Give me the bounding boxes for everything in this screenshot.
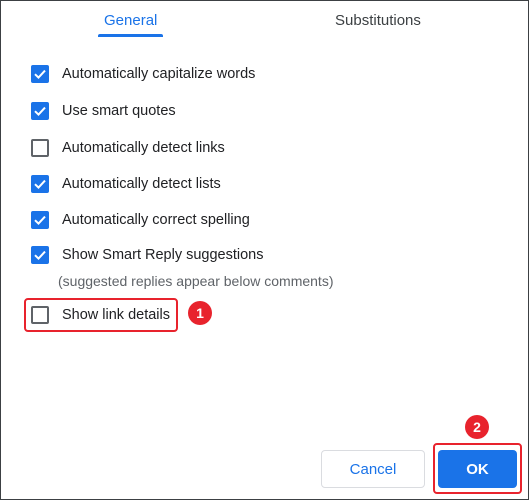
option-link-details[interactable]: Show link details (31, 305, 170, 325)
cancel-button[interactable]: Cancel (321, 450, 425, 488)
option-smart-quotes[interactable]: Use smart quotes (31, 101, 176, 121)
option-label: Automatically detect lists (62, 176, 221, 192)
tab-substitutions[interactable]: Substitutions (335, 12, 421, 29)
option-smart-reply[interactable]: Show Smart Reply suggestions (31, 245, 264, 265)
option-label: Show link details (62, 307, 170, 323)
tab-general[interactable]: General (104, 12, 157, 29)
checkbox-checked-icon[interactable] (31, 175, 49, 193)
option-detect-links[interactable]: Automatically detect links (31, 138, 225, 158)
smart-reply-note: (suggested replies appear below comments… (58, 273, 334, 289)
option-label: Automatically correct spelling (62, 212, 250, 228)
step-badge-2: 2 (465, 415, 489, 439)
checkbox-unchecked-icon[interactable] (31, 306, 49, 324)
option-label: Automatically detect links (62, 140, 225, 156)
preferences-dialog: General Substitutions Automatically capi… (0, 0, 529, 500)
option-capitalize-words[interactable]: Automatically capitalize words (31, 64, 255, 84)
active-tab-indicator (98, 34, 163, 37)
option-label: Automatically capitalize words (62, 66, 256, 82)
ok-button[interactable]: OK (438, 450, 517, 488)
option-label: Show Smart Reply suggestions (62, 247, 264, 263)
option-detect-lists[interactable]: Automatically detect lists (31, 174, 221, 194)
checkbox-unchecked-icon[interactable] (31, 139, 49, 157)
checkbox-checked-icon[interactable] (31, 246, 49, 264)
option-label: Use smart quotes (62, 103, 176, 119)
option-correct-spelling[interactable]: Automatically correct spelling (31, 210, 250, 230)
checkbox-checked-icon[interactable] (31, 211, 49, 229)
checkbox-checked-icon[interactable] (31, 102, 49, 120)
step-badge-1: 1 (188, 301, 212, 325)
checkbox-checked-icon[interactable] (31, 65, 49, 83)
